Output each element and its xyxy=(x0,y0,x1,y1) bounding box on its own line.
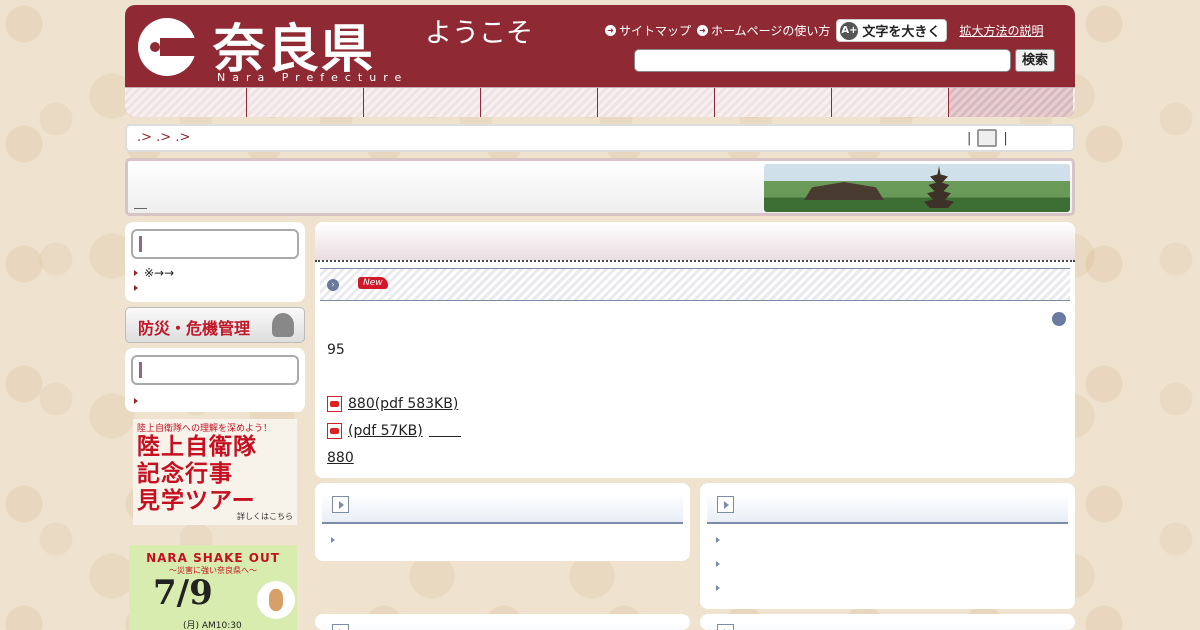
card-heading xyxy=(707,494,1068,524)
pdf-link[interactable]: 880(pdf 583KB) xyxy=(327,396,458,412)
divider: | xyxy=(967,130,972,146)
printer-icon[interactable] xyxy=(977,129,998,147)
box-arrow-icon xyxy=(332,496,349,513)
nav-tab-2[interactable] xyxy=(247,88,364,117)
gsdf-tour-line: 記念行事 xyxy=(137,461,233,487)
sidebar-menu-box-2 xyxy=(125,348,305,412)
info-card-2 xyxy=(700,483,1075,609)
triangle-bullet-icon xyxy=(716,585,720,591)
enlarge-explanation-link[interactable]: 拡大方法の説明 xyxy=(959,22,1043,39)
nav-tab-7[interactable] xyxy=(832,88,949,117)
nav-tab-8-active[interactable] xyxy=(949,88,1073,117)
arrow-circle-icon: › xyxy=(327,279,339,291)
info-card-1 xyxy=(315,483,690,561)
triangle-bullet-icon xyxy=(331,537,335,543)
text-size-icon: A+ xyxy=(840,21,859,40)
sitemap-link[interactable]: ➜ サイトマップ xyxy=(605,22,691,39)
sidebar-item[interactable] xyxy=(125,393,305,408)
card-list-item[interactable] xyxy=(700,552,1075,576)
gsdf-tour-line: 陸上自衛隊 xyxy=(137,434,257,460)
disaster-management-banner[interactable]: 防災・危機管理 xyxy=(125,307,305,343)
triangle-bullet-icon xyxy=(134,269,138,276)
pdf-icon xyxy=(327,396,342,412)
enlarge-text-label: 文字を大きく xyxy=(862,25,941,40)
search-button[interactable]: 検索 xyxy=(1015,49,1055,72)
howto-label: ホームページの使い方 xyxy=(711,24,831,38)
shakeout-time: (月) AM10:30 xyxy=(183,621,242,630)
sidebar-menu-heading xyxy=(131,355,299,385)
pdf-link-label: 880(pdf 583KB) xyxy=(348,396,459,412)
disaster-management-label: 防災・危機管理 xyxy=(138,319,251,338)
gsdf-tour-caption: 陸上自衛隊への理解を深めよう！ xyxy=(137,424,273,434)
pdf-link-label: (pdf 57KB) xyxy=(348,423,423,439)
enlarge-text-button[interactable]: A+ 文字を大きく xyxy=(836,19,948,42)
arrow-circle-icon: ➜ xyxy=(697,25,709,36)
body-text: 95 xyxy=(327,342,345,358)
shakeout-banner[interactable]: NARA SHAKE OUT 〜災害に強い奈良県へ〜 7/9 (月) AM10:… xyxy=(129,545,297,630)
section-bar: › New xyxy=(320,268,1070,301)
sidebar-item[interactable]: ※→→ xyxy=(125,265,305,280)
card-heading xyxy=(707,622,1068,630)
zoom-icon[interactable] xyxy=(1052,312,1066,326)
sitemap-label: サイトマップ xyxy=(619,24,692,38)
gsdf-tour-banner[interactable]: 陸上自衛隊への理解を深めよう！ 陸上自衛隊 記念行事 見学ツアー 詳しくはこちら xyxy=(133,419,297,525)
nav-tab-3[interactable] xyxy=(364,88,481,117)
breadcrumb: .> .> .> | | xyxy=(125,124,1075,152)
sidebar-menu-heading xyxy=(131,229,299,259)
arrow-circle-icon: ➜ xyxy=(605,25,616,36)
box-arrow-icon xyxy=(717,496,734,513)
sidebar-menu-box: ※→→ xyxy=(125,222,305,302)
breadcrumb-trail[interactable]: .> .> .> xyxy=(137,130,190,145)
card-list-item[interactable] xyxy=(700,528,1075,552)
banner-underline xyxy=(134,208,147,209)
page-wrapper: 奈良県 Nara Prefecture ようこそ ➜ サイトマップ ➜ ホームペ… xyxy=(125,5,1075,630)
sidebar-item[interactable] xyxy=(125,280,305,295)
pagoda-image xyxy=(924,166,954,208)
card-heading xyxy=(322,622,683,630)
site-header: 奈良県 Nara Prefecture ようこそ ➜ サイトマップ ➜ ホームペ… xyxy=(125,5,1075,117)
shakeout-date: 7/9 xyxy=(153,573,213,613)
satellite-dish-icon xyxy=(272,313,294,337)
utility-links: ➜ サイトマップ ➜ ホームページの使い方 A+ 文字を大きく 拡大方法の説明 xyxy=(605,19,1043,42)
welcome-text: ようこそ xyxy=(425,18,533,49)
new-badge: New xyxy=(358,277,388,289)
card-list-item[interactable] xyxy=(315,528,690,552)
divider: | xyxy=(1003,130,1008,146)
info-card-3 xyxy=(315,614,690,630)
nav-tab-4[interactable] xyxy=(481,88,598,117)
nara-emblem-icon[interactable] xyxy=(138,18,196,76)
nav-tab-5[interactable] xyxy=(598,88,715,117)
page-banner xyxy=(125,158,1075,216)
search-input[interactable] xyxy=(634,49,1011,72)
pdf-link[interactable]: (pdf 57KB) xyxy=(327,423,461,439)
triangle-bullet-icon xyxy=(134,284,138,291)
triangle-bullet-icon xyxy=(716,561,720,567)
temple-photo xyxy=(764,164,1070,212)
temple-hall-image xyxy=(804,182,884,200)
triangle-bullet-icon xyxy=(716,537,720,543)
box-arrow-icon xyxy=(332,624,349,630)
card-list-item[interactable] xyxy=(700,576,1075,600)
gsdf-tour-more: 詳しくはこちら xyxy=(237,512,293,521)
mascot-image xyxy=(257,581,295,619)
nav-tab-6[interactable] xyxy=(715,88,832,117)
main-heading xyxy=(315,222,1075,262)
pdf-icon xyxy=(327,423,342,439)
triangle-bullet-icon xyxy=(134,397,138,404)
site-logo-roman: Nara Prefecture xyxy=(217,71,409,84)
card-heading xyxy=(322,494,683,524)
global-nav xyxy=(125,87,1075,117)
print-area: | | xyxy=(967,129,1008,147)
box-arrow-icon xyxy=(717,624,734,630)
link-underline xyxy=(428,425,461,437)
number-link[interactable]: 880 xyxy=(327,450,354,466)
main-content: › New 95 880(pdf 583KB) (pdf 57KB) 880 xyxy=(315,222,1075,478)
nav-tab-1[interactable] xyxy=(125,88,247,117)
howto-link[interactable]: ➜ ホームページの使い方 xyxy=(697,22,830,39)
shakeout-title: NARA SHAKE OUT xyxy=(146,551,280,565)
info-card-4 xyxy=(700,614,1075,630)
sidebar-item-label: ※→→ xyxy=(144,265,175,280)
